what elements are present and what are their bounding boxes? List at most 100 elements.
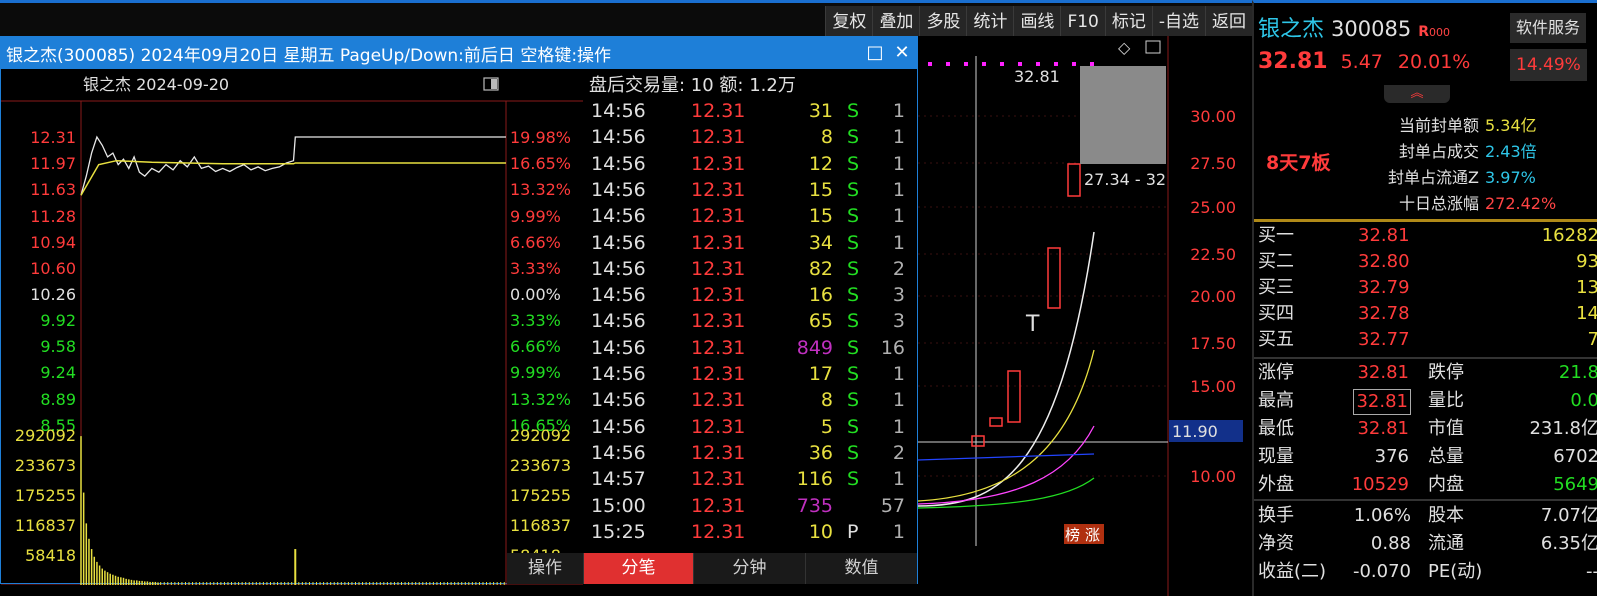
- bid-volume: 13: [1576, 277, 1597, 298]
- price-change-pct: 20.01%: [1397, 51, 1471, 73]
- maximize-icon[interactable]: □: [863, 41, 887, 65]
- stat-value: 21.8: [1558, 362, 1597, 383]
- kline-chart-background: 30.00 27.50 25.00 22.50 20.00 17.50 15.00 10.00…: [917, 36, 1252, 596]
- tick-count: 2: [892, 257, 905, 280]
- r-badge: R: [1418, 24, 1429, 40]
- tab-minutes[interactable]: 分钟: [693, 553, 805, 584]
- collapse-button[interactable]: ︽: [1384, 85, 1450, 103]
- tick-count: 1: [892, 468, 905, 491]
- tick-time: 14:56: [591, 257, 646, 280]
- tick-direction: S: [847, 468, 860, 491]
- tick-volume: 12: [808, 152, 833, 175]
- tick-direction: S: [847, 415, 860, 438]
- tick-volume: 65: [808, 310, 833, 333]
- toolbar-button[interactable]: 叠加: [872, 6, 920, 39]
- stat-label: 现量: [1258, 446, 1294, 467]
- tab-values[interactable]: 数值: [805, 553, 917, 584]
- stat-label: 收益(二): [1258, 561, 1327, 582]
- pct-tick-label: 6.66%: [510, 233, 561, 252]
- tick-row: 14:56 12.31 12 S 1: [583, 151, 917, 177]
- current-price: 32.81: [1258, 49, 1328, 74]
- tick-volume: 8: [820, 126, 833, 149]
- bid-price: 32.80: [1358, 251, 1410, 272]
- after-hours-summary: 盘后交易量: 10 额: 1.2万: [589, 75, 796, 96]
- tick-volume: 31: [808, 100, 833, 122]
- toolbar-button[interactable]: 标记: [1104, 6, 1152, 39]
- tick-price: 12.31: [691, 336, 746, 359]
- tick-price: 12.31: [691, 284, 746, 307]
- candle: [1067, 163, 1081, 197]
- tick-time: 14:56: [591, 336, 646, 359]
- tick-time: 14:56: [591, 126, 646, 149]
- panel-toggle-icon[interactable]: [1145, 40, 1161, 54]
- tick-price: 12.31: [691, 126, 746, 149]
- tick-volume: 849: [796, 336, 833, 359]
- tick-direction: S: [847, 231, 860, 254]
- side-pct: 14.49%: [1510, 49, 1587, 81]
- tick-volume: 82: [808, 257, 833, 280]
- volume-tick-label: 116837: [15, 516, 76, 535]
- stat-value: 0.0: [1570, 390, 1597, 411]
- bid-price: 32.78: [1358, 303, 1410, 324]
- close-icon[interactable]: ✕: [890, 41, 914, 65]
- ma-dot: [1072, 62, 1076, 66]
- toolbar-button[interactable]: -自选: [1151, 6, 1205, 39]
- stat-label: 市值: [1428, 418, 1464, 439]
- toolbar-button[interactable]: 画线: [1013, 6, 1061, 39]
- diamond-icon[interactable]: ◇: [1118, 38, 1131, 57]
- pct-tick-label: 3.33%: [510, 311, 561, 330]
- r-badge-num: 000: [1428, 26, 1450, 39]
- stat-label: 换手: [1258, 505, 1294, 526]
- tick-time: 15:25: [591, 520, 646, 543]
- intraday-popup-window[interactable]: 银之杰(300085) 2024年09月20日 星期五 PageUp/Down:…: [0, 36, 918, 585]
- candle: [1047, 247, 1061, 309]
- tick-direction: S: [847, 284, 860, 307]
- tick-row: 14:56 12.31 82 S 2: [583, 256, 917, 282]
- chart-title: 银之杰 2024-09-20: [83, 75, 229, 94]
- ma-dot: [1018, 62, 1022, 66]
- tick-volume: 8: [820, 389, 833, 412]
- quote-panel: 银之杰 300085 R000 软件服务 32.81 5.47 20.01% 1…: [1252, 0, 1597, 596]
- toolbar-button[interactable]: F10: [1060, 6, 1105, 39]
- price-tick-label: 12.31: [30, 128, 76, 147]
- tick-time: 14:56: [591, 389, 646, 412]
- toolbar-button[interactable]: 统计: [966, 6, 1014, 39]
- rise-badge: 涨: [1085, 526, 1100, 544]
- popup-title-bar[interactable]: 银之杰(300085) 2024年09月20日 星期五 PageUp/Down:…: [1, 37, 917, 69]
- pct-tick-label: 9.99%: [510, 363, 561, 382]
- seal-value: 2.43倍: [1485, 142, 1537, 161]
- tab-ticks[interactable]: 分笔: [583, 553, 693, 584]
- op-button[interactable]: 操作: [507, 553, 583, 584]
- candle: [989, 417, 1003, 427]
- tick-time: 14:57: [591, 468, 646, 491]
- kline-axis-label: 25.00: [1190, 198, 1236, 217]
- seal-value: 3.97%: [1485, 168, 1536, 187]
- toolbar-button[interactable]: 返回: [1205, 6, 1252, 39]
- ma-line-white: [917, 231, 1095, 507]
- tick-direction: S: [847, 100, 860, 122]
- tick-time: 14:56: [591, 284, 646, 307]
- ma-dot: [1090, 62, 1094, 66]
- pct-tick-label: 19.98%: [510, 128, 571, 147]
- bid-label: 买二: [1258, 251, 1294, 272]
- stat-value: 32.81: [1357, 362, 1409, 383]
- tick-row: 14:56 12.31 16 S 3: [583, 282, 917, 308]
- kline-chart-svg: 30.00 27.50 25.00 22.50 20.00 17.50 15.00 10.00…: [917, 36, 1243, 596]
- toolbar-button[interactable]: 多股: [919, 6, 967, 39]
- tick-volume: 36: [808, 441, 833, 464]
- seal-row: 封单占流通Z: [1354, 165, 1479, 191]
- tick-volume: 15: [808, 178, 833, 201]
- stat-label: 净资: [1258, 533, 1294, 554]
- sector-label[interactable]: 软件服务: [1510, 13, 1587, 43]
- volume-tick-label: 58418: [25, 546, 76, 565]
- toggle-icon-fill: [491, 79, 497, 89]
- toolbar-button[interactable]: 复权: [825, 6, 873, 39]
- tick-row: 14:57 12.31 116 S 1: [583, 466, 917, 492]
- tick-count: 1: [892, 152, 905, 175]
- stat-value: 5649: [1553, 474, 1597, 495]
- tick-count: 1: [892, 363, 905, 385]
- tick-row: 14:56 12.31 8 S 1: [583, 124, 917, 150]
- pct-tick-label: 0.00%: [510, 285, 561, 304]
- toolbar-buttons: 复权 叠加 多股 统计 画线 F10 标记 -自选 返回: [825, 6, 1252, 39]
- pct-tick-label: 9.99%: [510, 207, 561, 226]
